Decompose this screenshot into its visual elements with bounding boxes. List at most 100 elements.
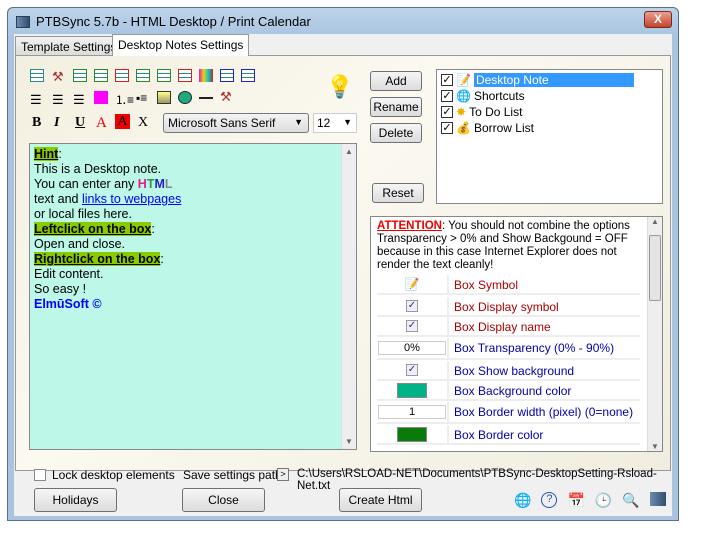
attention-label: ATTENTION [377, 220, 442, 232]
back-color-button[interactable]: A [115, 114, 130, 129]
insert-column-right-icon[interactable] [94, 69, 108, 82]
main-window: PTBSync 5.7b - HTML Desktop / Print Cale… [7, 7, 679, 521]
prop-row: Box Border color [377, 425, 640, 445]
insert-row-above-icon[interactable] [136, 69, 150, 82]
holidays-button[interactable]: Holidays [34, 488, 117, 512]
note-editor[interactable]: Hint: This is a Desktop note. You can en… [29, 143, 357, 450]
prop-label: Box Transparency (0% - 90%) [454, 341, 615, 355]
star-icon: ✸ [456, 105, 467, 119]
attention-note: ATTENTION: You should not combine the op… [377, 220, 639, 272]
align-left-icon[interactable]: ☰ [30, 92, 44, 107]
editor-line: So easy ! [34, 282, 87, 296]
app-icon [16, 16, 30, 28]
italic-button[interactable]: I [54, 115, 68, 130]
prop-label: Box Border color [454, 428, 544, 442]
table-tools-icon[interactable]: ⚒ [52, 69, 66, 84]
note-icon: 📝 [456, 73, 471, 87]
horizontal-rule-icon[interactable] [199, 97, 213, 99]
table-icon[interactable] [30, 69, 44, 82]
desktop-notes-panel: ⚒ 💡 ☰ ☰ ☰ ⒈≡ ▪≡ ⚒ B I U A A X Microsoft … [15, 55, 671, 471]
numbered-list-icon[interactable]: ⒈≡ [115, 91, 134, 107]
checkbox[interactable]: ✓ [441, 90, 453, 102]
font-color-button[interactable]: A [96, 115, 110, 131]
prop-label: Box Display symbol [454, 300, 559, 314]
prop-row: Box Background color [377, 381, 640, 401]
calendar-icon[interactable]: 📅 [567, 492, 584, 509]
cell-colors-icon[interactable] [199, 69, 213, 82]
border-color-button[interactable] [397, 426, 427, 442]
tab-template-settings[interactable]: Template Settings [15, 36, 123, 56]
prop-row: ✓ Box Display symbol [377, 297, 640, 317]
delete-button[interactable]: Delete [370, 123, 422, 143]
color-picker-icon[interactable] [94, 91, 108, 104]
lock-desktop-option[interactable]: Lock desktop elements [34, 468, 175, 482]
chevron-down-icon: ▼ [294, 117, 303, 127]
clock-icon[interactable]: 🕒 [595, 492, 612, 509]
font-size-select[interactable]: 12 ▼ [313, 113, 357, 133]
underline-button[interactable]: U [75, 115, 89, 130]
chevron-down-icon: ▼ [343, 117, 352, 127]
lock-label: Lock desktop elements [52, 468, 175, 482]
editor-line: text and [34, 192, 82, 206]
help-icon[interactable]: ? [541, 492, 558, 508]
browse-path-button[interactable]: > [277, 468, 289, 481]
desktop-icon[interactable] [649, 492, 666, 506]
lock-checkbox[interactable] [34, 469, 46, 481]
font-family-value: Microsoft Sans Serif [168, 116, 276, 130]
display-name-checkbox[interactable]: ✓ [406, 320, 418, 332]
split-cells-icon[interactable] [241, 69, 255, 82]
merge-cells-icon[interactable] [220, 69, 234, 82]
insert-row-below-icon[interactable] [157, 69, 171, 82]
border-width-input[interactable]: 1 [378, 405, 446, 419]
list-item-todo[interactable]: ✓ ✸ To Do List [441, 104, 522, 120]
checkbox[interactable]: ✓ [441, 74, 453, 86]
bold-button[interactable]: B [32, 115, 46, 130]
properties-scrollbar[interactable]: ▲ ▼ [647, 217, 662, 451]
bullet-list-icon[interactable]: ▪≡ [136, 91, 150, 105]
align-center-icon[interactable]: ☰ [52, 92, 66, 107]
scroll-thumb[interactable] [649, 235, 661, 301]
clear-format-button[interactable]: X [138, 115, 152, 130]
insert-image-icon[interactable] [157, 91, 171, 104]
delete-row-icon[interactable] [178, 69, 192, 82]
background-color-button[interactable] [397, 382, 427, 398]
align-right-icon[interactable]: ☰ [73, 92, 87, 107]
editor-scrollbar[interactable]: ▲ ▼ [341, 144, 356, 449]
display-symbol-checkbox[interactable]: ✓ [406, 300, 418, 312]
font-family-select[interactable]: Microsoft Sans Serif ▼ [163, 113, 309, 133]
prop-label: Box Symbol [454, 278, 519, 292]
close-window-button[interactable]: X [644, 11, 672, 28]
transparency-input[interactable]: 0% [378, 341, 446, 355]
leftclick-heading: Leftclick on the box [34, 222, 152, 236]
add-button[interactable]: Add [370, 71, 422, 91]
prop-label: Box Border width (pixel) (0=none) [454, 405, 634, 419]
insert-column-left-icon[interactable] [73, 69, 87, 82]
prop-row: 1 Box Border width (pixel) (0=none) [377, 402, 640, 424]
list-item-shortcuts[interactable]: ✓ 🌐 Shortcuts [441, 88, 525, 104]
prop-row: 📝 Box Symbol [377, 275, 640, 295]
list-item-borrow[interactable]: ✓ 💰 Borrow List [441, 120, 534, 136]
money-bag-icon: 💰 [456, 121, 471, 135]
close-button[interactable]: Close [182, 488, 265, 512]
show-background-checkbox[interactable]: ✓ [406, 364, 418, 376]
colon: : [151, 222, 155, 236]
checkbox[interactable]: ✓ [441, 122, 453, 134]
rename-button[interactable]: Rename [370, 97, 422, 117]
delete-column-icon[interactable] [115, 69, 129, 82]
globe-icon: 🌐 [456, 89, 471, 103]
insert-link-icon[interactable] [178, 91, 192, 104]
create-html-button[interactable]: Create Html [339, 488, 422, 512]
search-user-icon[interactable]: 🔍 [622, 492, 639, 509]
rightclick-heading: Rightclick on the box [34, 252, 161, 266]
checkbox[interactable]: ✓ [441, 106, 453, 118]
webpage-link[interactable]: links to webpages [82, 192, 181, 206]
prop-label: Box Show background [454, 364, 575, 378]
network-globe-icon[interactable]: 🌐 [514, 492, 531, 509]
list-item-desktop-note[interactable]: ✓ 📝 Desktop Note [441, 72, 634, 88]
footer-icons: 🌐 ? 📅 🕒 🔍 [514, 492, 666, 509]
lightbulb-icon: 💡 [326, 74, 354, 99]
reset-button[interactable]: Reset [372, 183, 424, 203]
note-icon[interactable]: 📝 [377, 275, 449, 293]
tools-icon[interactable]: ⚒ [220, 89, 234, 104]
tab-desktop-notes-settings[interactable]: Desktop Notes Settings [112, 34, 250, 56]
